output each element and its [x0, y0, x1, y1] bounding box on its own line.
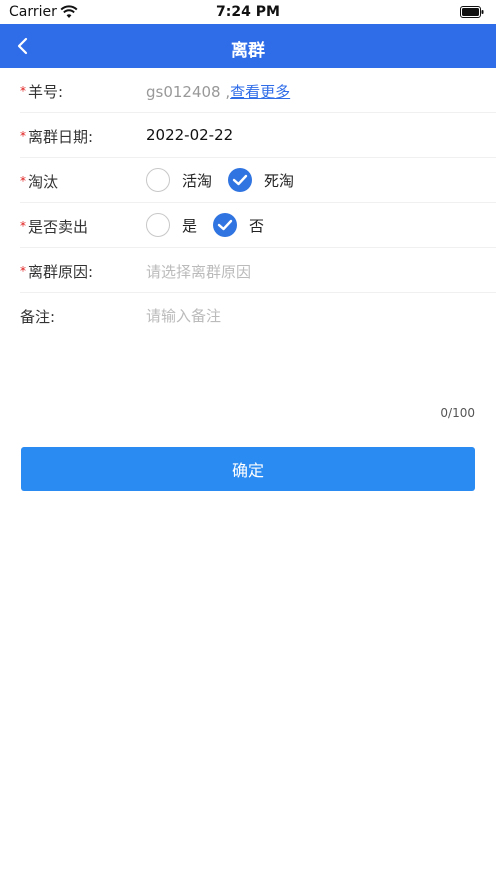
row-remark: 备注: 0/100 [20, 293, 496, 443]
row-sheep-no: * 羊号: gs012408 ,查看更多 [20, 68, 496, 113]
row-sold: * 是否卖出 是 否 [20, 203, 496, 248]
reason-label: * 离群原因: [20, 263, 94, 281]
nav-bar: 离群 [0, 24, 496, 68]
radio-sold-no[interactable]: 否 [213, 213, 264, 237]
remark-label: 备注: [20, 308, 56, 326]
view-more-link[interactable]: 查看更多 [230, 83, 290, 101]
row-leave-date[interactable]: * 离群日期: 2022-02-22 [20, 113, 496, 158]
leave-date-label: * 离群日期: [20, 128, 94, 146]
remark-textarea[interactable] [146, 305, 476, 385]
radio-checked-icon[interactable] [228, 168, 253, 192]
char-counter: 0/100 [440, 406, 475, 420]
cull-label: * 淘汰 [20, 173, 59, 191]
sheep-no-value: gs012408 ,查看更多 [146, 81, 290, 102]
radio-unchecked-icon[interactable] [146, 213, 170, 237]
required-mark: * [20, 264, 26, 278]
required-mark: * [20, 174, 26, 188]
sheep-no-text: gs012408 , [146, 83, 231, 101]
radio-dead-cull[interactable]: 死淘 [228, 168, 294, 192]
cull-radio-group: 活淘 死淘 [146, 168, 310, 192]
battery-icon [460, 6, 484, 18]
leave-form: * 羊号: gs012408 ,查看更多 * 离群日期: 2022-02-22 * 淘… [0, 68, 496, 443]
sheep-no-label: * 羊号: [20, 83, 64, 101]
reason-picker[interactable]: 请选择离群原因 [146, 261, 251, 282]
radio-sold-yes[interactable]: 是 [146, 213, 197, 237]
clock: 7:24 PM [216, 4, 280, 20]
required-mark: * [20, 84, 26, 98]
radio-live-cull[interactable]: 活淘 [146, 168, 212, 192]
radio-unchecked-icon[interactable] [146, 168, 170, 192]
confirm-button[interactable]: 确定 [21, 447, 475, 491]
row-cull: * 淘汰 活淘 死淘 [20, 158, 496, 203]
status-bar: Carrier 7:24 PM [0, 0, 496, 24]
radio-checked-icon[interactable] [213, 213, 238, 237]
leave-date-value[interactable]: 2022-02-22 [146, 126, 233, 144]
required-mark: * [20, 129, 26, 143]
sold-radio-group: 是 否 [146, 213, 280, 237]
required-mark: * [20, 219, 26, 233]
sold-label: * 是否卖出 [20, 218, 89, 236]
page-title: 离群 [231, 41, 265, 61]
row-reason[interactable]: * 离群原因: 请选择离群原因 [20, 248, 496, 293]
